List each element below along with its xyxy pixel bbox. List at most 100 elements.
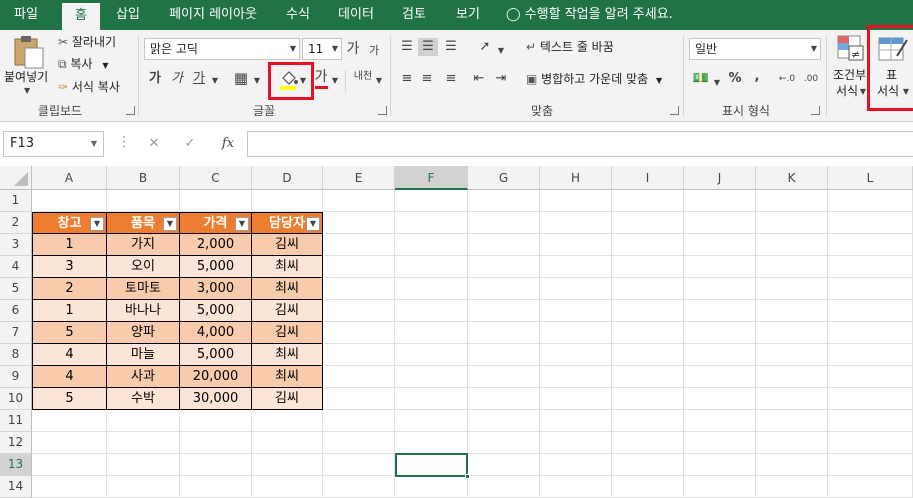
cut-button[interactable]: ✂ 잘라내기 — [58, 33, 116, 51]
table-cell[interactable]: 5 — [32, 388, 107, 410]
clipboard-launcher-icon[interactable] — [126, 106, 135, 115]
number-format-select[interactable]: 일반 ▼ — [689, 38, 821, 60]
paste-dropdown-icon[interactable]: ▼ — [24, 82, 30, 100]
table-cell[interactable]: 토마토 — [107, 278, 180, 300]
column-header-a[interactable]: A — [32, 166, 107, 190]
align-right-icon[interactable]: ≡ — [442, 70, 460, 88]
orientation-icon[interactable]: ➚ — [474, 38, 496, 56]
row-header-6[interactable]: 6 — [0, 300, 32, 322]
table-cell[interactable]: 사과 — [107, 366, 180, 388]
increase-decimal-button[interactable]: ←.0 — [776, 70, 798, 88]
table-cell[interactable]: 최씨 — [252, 256, 323, 278]
table-cell[interactable]: 김씨 — [252, 322, 323, 344]
decrease-decimal-button[interactable]: .00 — [800, 70, 822, 88]
table-cell[interactable]: 5 — [32, 322, 107, 344]
tab-insert[interactable]: 삽입 — [106, 0, 150, 30]
align-top-icon[interactable]: ☰ — [398, 38, 416, 56]
table-cell[interactable]: 5,000 — [180, 344, 252, 366]
tab-formulas[interactable]: 수식 — [276, 0, 320, 30]
number-launcher-icon[interactable] — [811, 106, 820, 115]
table-cell[interactable]: 가지 — [107, 234, 180, 256]
select-all-corner[interactable] — [0, 166, 32, 190]
column-header-f[interactable]: F — [395, 166, 468, 190]
table-cell[interactable]: 3 — [32, 256, 107, 278]
phonetic-dropdown-icon[interactable]: ▼ — [374, 72, 384, 90]
table-cell[interactable]: 1 — [32, 300, 107, 322]
table-cell[interactable]: 최씨 — [252, 366, 323, 388]
table-cell[interactable]: 2 — [32, 278, 107, 300]
table-cell[interactable]: 4 — [32, 366, 107, 388]
row-header-5[interactable]: 5 — [0, 278, 32, 300]
comma-button[interactable]: , — [750, 68, 764, 86]
row-header-1[interactable]: 1 — [0, 190, 32, 212]
row-header-11[interactable]: 11 — [0, 410, 32, 432]
table-cell[interactable]: 김씨 — [252, 388, 323, 410]
table-cell[interactable]: 30,000 — [180, 388, 252, 410]
accounting-dropdown-icon[interactable]: ▼ — [712, 74, 722, 92]
align-left-icon[interactable]: ≡ — [398, 70, 416, 88]
row-header-4[interactable]: 4 — [0, 256, 32, 278]
row-header-2[interactable]: 2 — [0, 212, 32, 234]
shrink-font-button[interactable]: 가 — [366, 42, 382, 60]
table-cell[interactable]: 5,000 — [180, 300, 252, 322]
row-header-14[interactable]: 14 — [0, 476, 32, 498]
orientation-dropdown-icon[interactable]: ▼ — [496, 42, 506, 60]
underline-dropdown-icon[interactable]: ▼ — [210, 72, 220, 90]
table-cell[interactable]: 최씨 — [252, 278, 323, 300]
table-cell[interactable]: 최씨 — [252, 344, 323, 366]
table-header-cell[interactable]: 담당자 ▼ — [252, 212, 323, 234]
table-cell[interactable]: 김씨 — [252, 300, 323, 322]
tab-review[interactable]: 검토 — [392, 0, 436, 30]
active-cell-selection[interactable] — [395, 453, 468, 477]
underline-button[interactable]: 가 — [190, 70, 208, 88]
conditional-format-icon[interactable]: ≠ — [834, 32, 866, 66]
tell-me-box[interactable]: ◯ 수행할 작업을 알려 주세요. — [506, 0, 681, 30]
accounting-format-icon[interactable]: 💵 — [692, 70, 710, 88]
table-header-cell[interactable]: 가격 ▼ — [180, 212, 252, 234]
conditional-format-label-2[interactable]: 서식 — [836, 82, 858, 100]
filter-dropdown-icon[interactable]: ▼ — [306, 217, 320, 231]
format-as-table-dropdown-icon[interactable]: ▼ — [901, 83, 911, 101]
row-header-8[interactable]: 8 — [0, 344, 32, 366]
align-bottom-icon[interactable]: ☰ — [442, 38, 460, 56]
tab-data[interactable]: 데이터 — [328, 0, 384, 30]
table-cell[interactable]: 마늘 — [107, 344, 180, 366]
table-cell[interactable]: 수박 — [107, 388, 180, 410]
alignment-launcher-icon[interactable] — [670, 106, 679, 115]
increase-indent-icon[interactable]: ⇥ — [492, 70, 510, 88]
fill-handle[interactable] — [465, 474, 470, 479]
wrap-text-button[interactable]: ↵ 텍스트 줄 바꿈 — [526, 38, 614, 56]
font-launcher-icon[interactable] — [378, 106, 387, 115]
copy-button[interactable]: ⧉ 복사 ▼ — [58, 55, 108, 75]
format-painter-button[interactable]: ✑ 서식 복사 — [58, 78, 120, 96]
decrease-indent-icon[interactable]: ⇤ — [470, 70, 488, 88]
table-cell[interactable]: 1 — [32, 234, 107, 256]
tab-page-layout[interactable]: 페이지 레이아웃 — [158, 0, 268, 30]
table-cell[interactable]: 4,000 — [180, 322, 252, 344]
table-cell[interactable]: 김씨 — [252, 234, 323, 256]
insert-function-icon[interactable]: fx — [218, 135, 238, 153]
row-header-10[interactable]: 10 — [0, 388, 32, 410]
percent-button[interactable]: % — [726, 70, 744, 88]
align-middle-icon[interactable]: ☰ — [418, 38, 438, 56]
table-header-cell[interactable]: 품목 ▼ — [107, 212, 180, 234]
italic-button[interactable]: 가 — [168, 70, 186, 88]
format-as-table-icon[interactable] — [877, 34, 909, 66]
merge-center-button[interactable]: ▣ 병합하고 가운데 맞춤 ▼ — [526, 70, 662, 90]
bold-button[interactable]: 가 — [146, 70, 164, 88]
table-cell[interactable]: 5,000 — [180, 256, 252, 278]
row-header-7[interactable]: 7 — [0, 322, 32, 344]
tab-file[interactable]: 파일 — [4, 0, 48, 30]
table-cell[interactable]: 양파 — [107, 322, 180, 344]
table-cell[interactable]: 20,000 — [180, 366, 252, 388]
enter-icon[interactable]: ✓ — [182, 135, 198, 153]
borders-icon[interactable]: ▦ — [232, 69, 250, 87]
table-cell[interactable]: 오이 — [107, 256, 180, 278]
table-cell[interactable]: 3,000 — [180, 278, 252, 300]
font-name-select[interactable]: 맑은 고딕 ▼ — [144, 38, 300, 60]
column-header-c[interactable]: C — [180, 166, 252, 190]
cancel-icon[interactable]: ✕ — [146, 135, 162, 153]
filter-dropdown-icon[interactable]: ▼ — [235, 217, 249, 231]
align-center-icon[interactable]: ≡ — [418, 70, 436, 88]
tab-view[interactable]: 보기 — [446, 0, 490, 30]
